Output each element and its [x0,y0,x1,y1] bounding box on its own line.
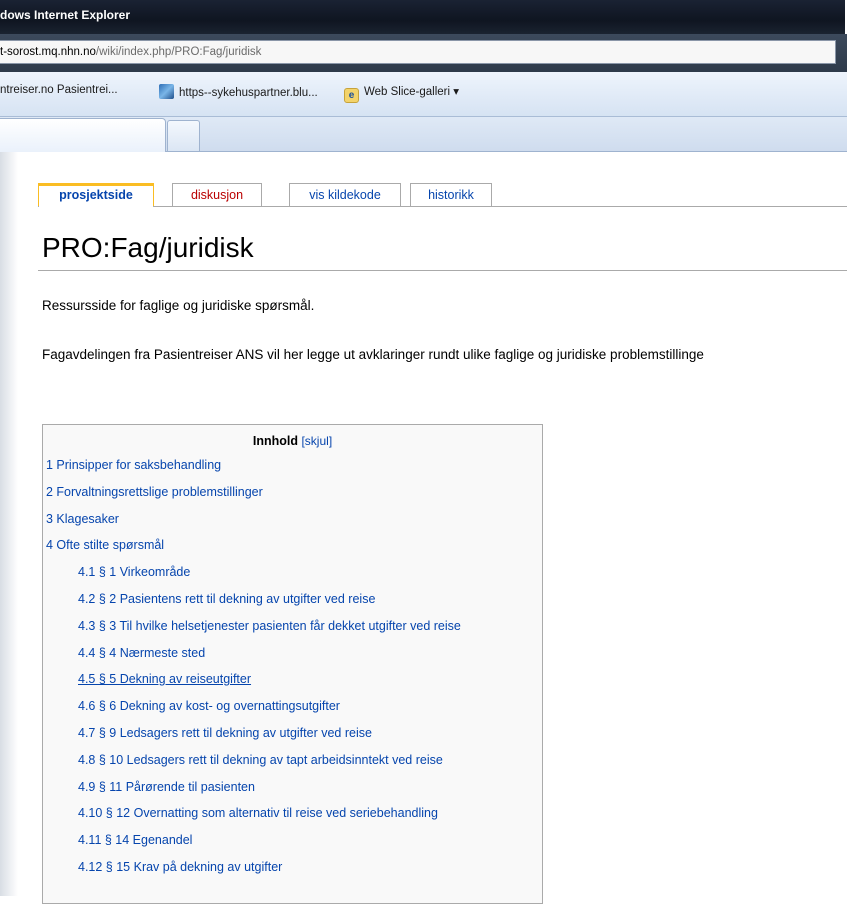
tab-divider-gap [39,206,153,207]
new-tab-button[interactable] [167,120,200,151]
address-input[interactable]: t-sorost.mq.nhn.no/wiki/index.php/PRO:Fa… [0,40,836,64]
tab-prosjektside[interactable]: prosjektside [38,183,154,207]
toc-item[interactable]: 4.2 § 2 Pasientens rett til dekning av u… [78,592,375,606]
tab-historikk[interactable]: historikk [410,183,492,207]
address-host: t-sorost.mq.nhn.no [0,46,96,58]
title-rule [38,270,847,271]
browser-tab-strip [0,117,847,152]
left-shadow [0,152,18,896]
toc-item[interactable]: 4 Ofte stilte spørsmål [46,538,164,552]
tab-diskusjon[interactable]: diskusjon [172,183,262,207]
browser-tab-active[interactable] [0,118,166,152]
toc-item[interactable]: 1 Prinsipper for saksbehandling [46,458,221,472]
photo-icon [159,84,174,99]
toc-item[interactable]: 4.4 § 4 Nærmeste sted [78,646,205,660]
toc-heading: Innhold [252,434,298,448]
toc-item[interactable]: 4.3 § 3 Til hvilke helsetjenester pasien… [78,619,461,633]
tab-vis-kildekode[interactable]: vis kildekode [289,183,401,207]
toc-item[interactable]: 4.8 § 10 Ledsagers rett til dekning av t… [78,753,443,767]
favorite-pasientreiser[interactable]: ntreiser.no Pasientrei... [0,84,118,96]
toc-item[interactable]: 4.10 § 12 Overnatting som alternativ til… [78,806,438,820]
window-title-bar: dows Internet Explorer [0,0,847,34]
wiki-page: prosjektside diskusjon vis kildekode his… [0,152,847,904]
tab-divider [38,206,847,207]
toc-item[interactable]: 3 Klagesaker [46,512,119,526]
favorite-web-slice-gallery[interactable]: e Web Slice-galleri ▾ [344,84,459,103]
toc-item[interactable]: 2 Forvaltningsrettslige problemstillinge… [46,485,263,499]
toc-item[interactable]: 4.6 § 6 Dekning av kost- og overnattings… [78,699,340,713]
favorite-sykehuspartner[interactable]: https--sykehuspartner.blu... [159,84,318,99]
toc-item[interactable]: 4.12 § 15 Krav på dekning av utgifter [78,860,282,874]
toc-hide-link[interactable]: [skjul] [301,434,332,448]
ie-icon: e [344,88,359,103]
page-title: PRO:Fag/juridisk [42,232,254,263]
toc-item[interactable]: 4.9 § 11 Pårørende til pasienten [78,780,255,794]
toc-item[interactable]: 4.1 § 1 Virkeområde [78,565,190,579]
address-bar-area: t-sorost.mq.nhn.no/wiki/index.php/PRO:Fa… [0,34,847,72]
window-title: dows Internet Explorer [0,8,131,22]
intro-paragraph: Ressursside for faglige og juridiske spø… [42,298,315,313]
toc-header: Innhold [skjul] [43,434,542,448]
toc-item[interactable]: 4.11 § 14 Egenandel [78,833,192,847]
toc-item[interactable]: 4.5 § 5 Dekning av reiseutgifter [78,672,251,686]
favorites-bar: ntreiser.no Pasientrei... https--sykehus… [0,72,847,117]
body-paragraph: Fagavdelingen fra Pasientreiser ANS vil … [42,347,704,362]
address-path: /wiki/index.php/PRO:Fag/juridisk [95,46,262,58]
table-of-contents: Innhold [skjul] 1 Prinsipper for saksbeh… [42,424,543,904]
toc-item[interactable]: 4.7 § 9 Ledsagers rett til dekning av ut… [78,726,372,740]
